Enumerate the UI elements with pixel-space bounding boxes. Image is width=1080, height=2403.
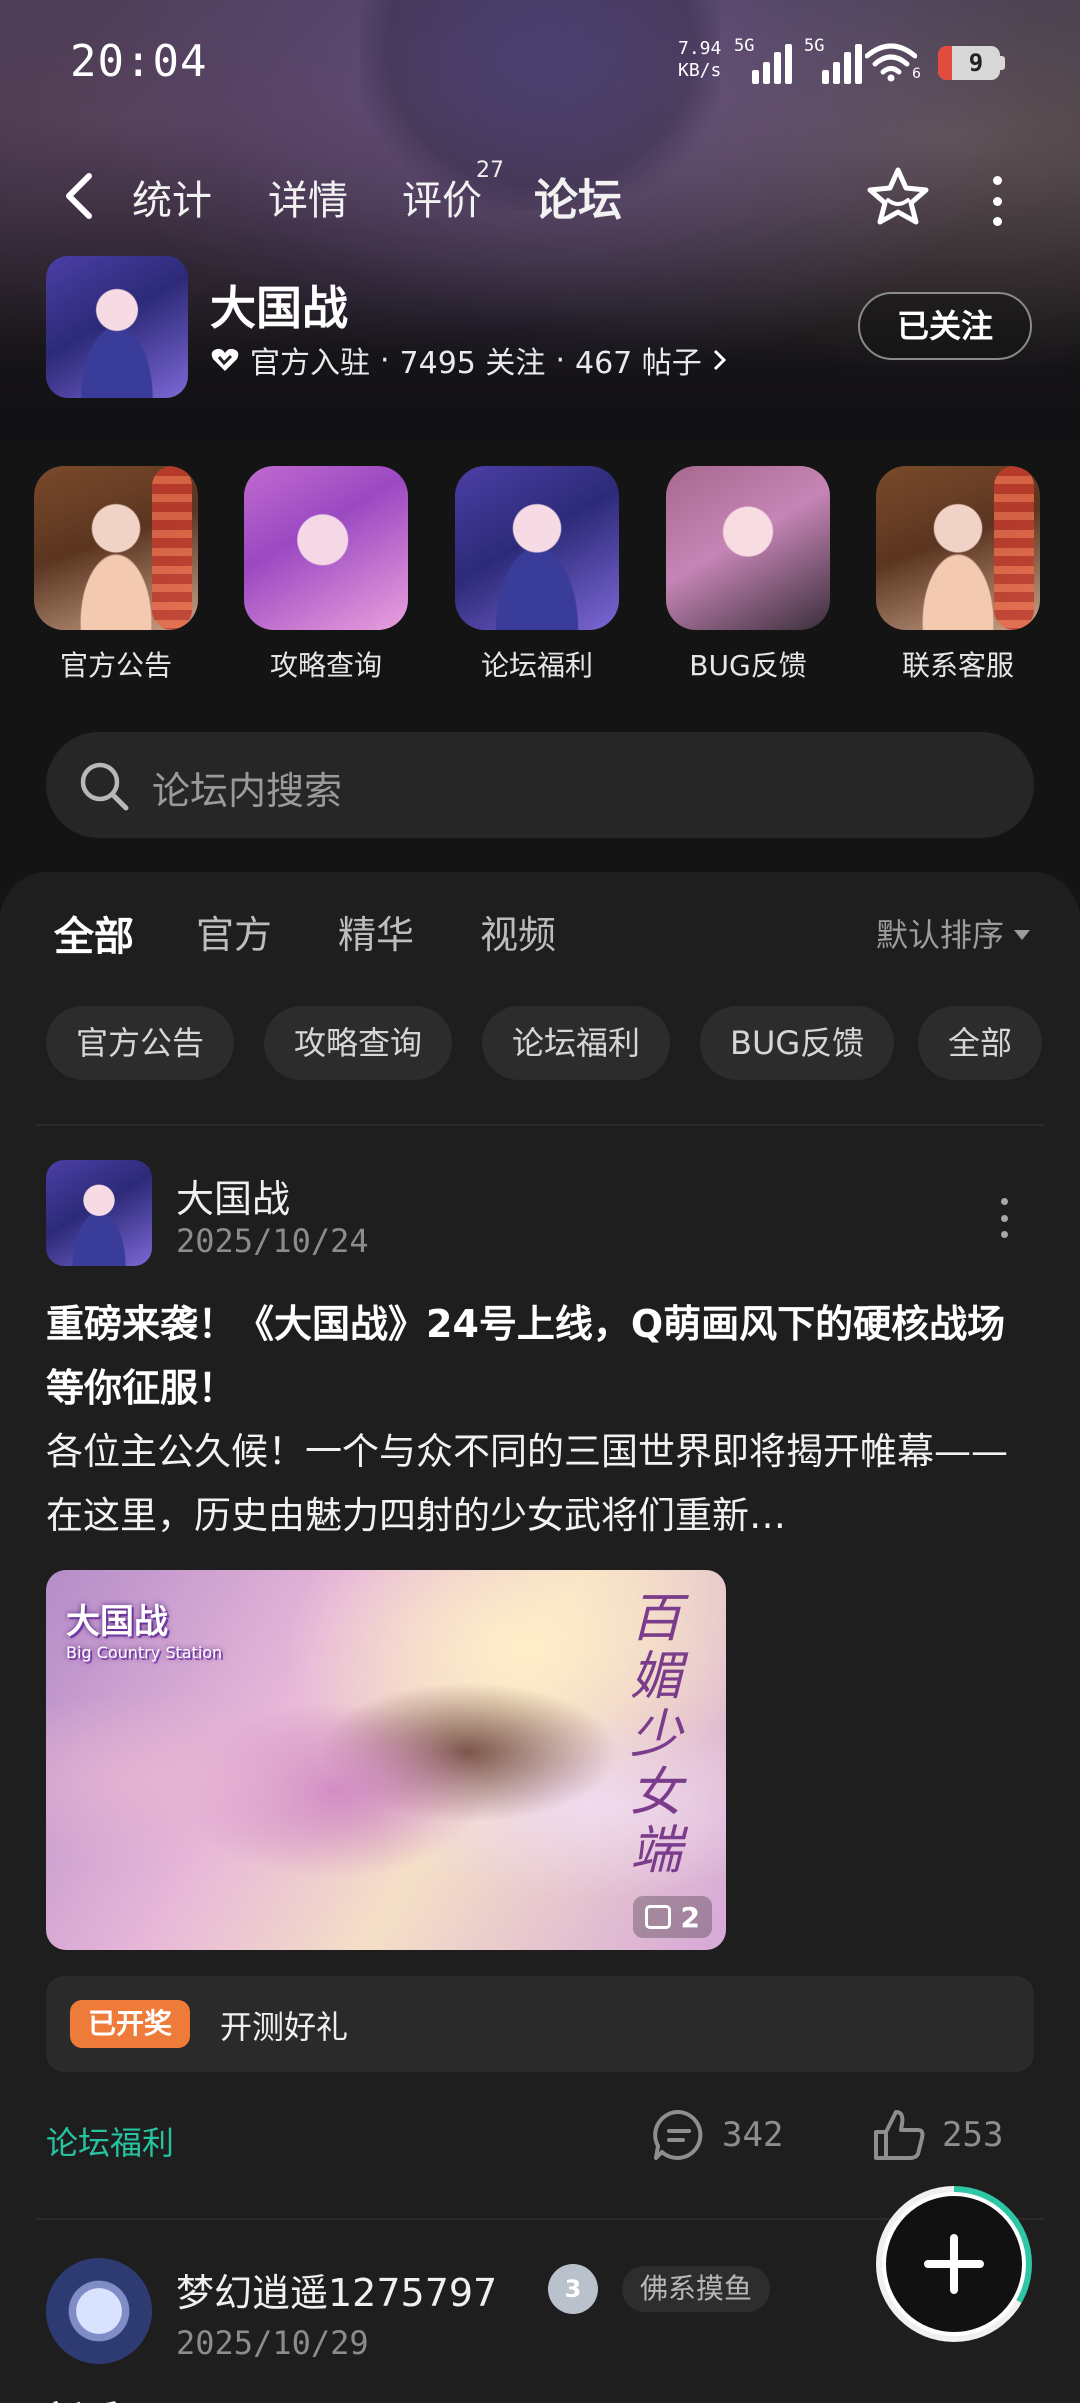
caret-down-icon	[1014, 930, 1031, 940]
post-count: 467 帖子	[574, 346, 702, 381]
comment-icon	[653, 2109, 703, 2160]
post-author-avatar[interactable]	[46, 1160, 152, 1266]
post-more-icon[interactable]	[998, 1198, 1010, 1238]
post-title-peek[interactable]: 新手	[46, 2386, 346, 2403]
feed-tab-all[interactable]: 全部	[54, 904, 134, 964]
post-category-tag[interactable]: 论坛福利	[46, 2118, 174, 2164]
quick-entries: 官方公告 攻略查询 论坛福利 BUG反馈 联系客服	[0, 466, 1080, 686]
post-title[interactable]: 重磅来袭！《大国战》24号上线，Q萌画风下的硬核战场等你征服！	[46, 1292, 1036, 1420]
quick-entry-announcements[interactable]: 官方公告	[34, 466, 198, 684]
status-bar: 20:04 7.94 KB/s 5G 5G 6 9	[0, 0, 1080, 120]
quick-entry-support[interactable]: 联系客服	[876, 466, 1040, 684]
post-author-avatar[interactable]	[46, 2258, 152, 2364]
gallery-icon	[644, 1905, 671, 1929]
battery-tip	[1000, 56, 1005, 70]
favorite-star-icon[interactable]	[866, 166, 930, 226]
filter-chip-bug[interactable]: BUG反馈	[700, 1006, 895, 1080]
portrait-icon	[666, 466, 830, 630]
back-icon[interactable]	[55, 168, 105, 224]
image-calligraphy: 百媚少女端	[629, 1589, 682, 1881]
like-count: 253	[942, 2115, 1004, 2155]
chevron-right-icon	[713, 349, 726, 371]
portrait-icon	[34, 466, 198, 630]
feed-tab-featured[interactable]: 精华	[338, 904, 414, 959]
search-placeholder: 论坛内搜索	[152, 769, 343, 813]
tab-reviews[interactable]: 评价	[402, 168, 482, 226]
forum-meta[interactable]: 官方入驻 · 7495 关注 · 467 帖子	[210, 338, 728, 382]
create-post-button[interactable]	[876, 2186, 1032, 2342]
comment-count: 342	[722, 2115, 784, 2155]
status-time: 20:04	[70, 36, 208, 87]
image-count-badge: 2	[632, 1896, 712, 1938]
post-excerpt[interactable]: 各位主公久候！一个与众不同的三国世界即将揭开帷幕——在这里，历史由魅力四射的少女…	[46, 1420, 1036, 1548]
thumbs-up-icon	[874, 2110, 925, 2160]
signal-icon	[752, 40, 792, 84]
feed-tab-official[interactable]: 官方	[196, 904, 272, 959]
divider	[36, 1124, 1044, 1126]
top-nav: 统计 详情 评价 27 论坛	[0, 150, 1080, 240]
wifi-icon	[865, 43, 917, 82]
lottery-status-badge: 已开奖	[70, 2000, 191, 2048]
feed-panel: 全部 官方 精华 视频 默认排序 官方公告 攻略查询 论坛福利 BUG反馈 全部…	[0, 872, 1080, 2403]
network-speed: 7.94 KB/s	[678, 38, 722, 81]
tab-details[interactable]: 详情	[268, 168, 348, 226]
forum-avatar[interactable]	[46, 256, 188, 398]
follower-count: 7495 关注	[399, 346, 546, 381]
sort-dropdown[interactable]: 默认排序	[876, 910, 1031, 956]
portrait-icon	[244, 466, 408, 630]
feed-tab-video[interactable]: 视频	[480, 904, 556, 959]
search-icon	[80, 762, 129, 811]
user-title-chip: 佛系摸鱼	[622, 2266, 771, 2312]
battery-icon: 9	[938, 46, 1000, 80]
lottery-card[interactable]: 已开奖 开测好礼	[46, 1976, 1034, 2072]
post-date: 2025/10/29	[176, 2324, 369, 2362]
quick-entry-guides[interactable]: 攻略查询	[244, 466, 408, 684]
official-badge-text: 官方入驻	[250, 346, 370, 381]
forum-search-bar[interactable]: 论坛内搜索	[46, 732, 1034, 838]
review-count-badge: 27	[476, 158, 504, 183]
comment-button[interactable]: 342	[650, 2106, 783, 2164]
post-date: 2025/10/24	[176, 1222, 369, 1260]
post-image[interactable]: 大国战 Big Country Station 百媚少女端 2	[46, 1570, 726, 1950]
more-options-icon[interactable]	[982, 176, 1012, 226]
quick-entry-benefits[interactable]: 论坛福利	[455, 466, 619, 684]
user-level-badge: 3	[548, 2264, 598, 2314]
tab-stats[interactable]: 统计	[132, 168, 212, 226]
verified-heart-icon	[211, 348, 239, 371]
filter-chip-guides[interactable]: 攻略查询	[264, 1006, 453, 1080]
portrait-icon	[455, 466, 619, 630]
plus-icon	[924, 2234, 984, 2294]
wifi-label: 6	[912, 66, 921, 82]
follow-button[interactable]: 已关注	[858, 292, 1032, 360]
tab-forum[interactable]: 论坛	[534, 164, 622, 232]
forum-name: 大国战	[210, 281, 348, 335]
filter-chip-all[interactable]: 全部	[918, 1006, 1043, 1080]
filter-chip-announcements[interactable]: 官方公告	[46, 1006, 235, 1080]
battery-level: 9	[968, 49, 984, 77]
like-button[interactable]: 253	[870, 2106, 1003, 2164]
filter-chip-benefits[interactable]: 论坛福利	[482, 1006, 671, 1080]
image-logo-text: 大国战 Big Country Station	[66, 1602, 223, 1662]
post-author-name[interactable]: 梦幻逍遥1275797	[176, 2262, 497, 2317]
signal-icon-2	[822, 40, 862, 84]
quick-entry-bug-report[interactable]: BUG反馈	[666, 466, 830, 684]
lottery-title: 开测好礼	[220, 2008, 349, 2046]
portrait-icon	[876, 466, 1040, 630]
post-author-name[interactable]: 大国战	[176, 1168, 290, 1223]
